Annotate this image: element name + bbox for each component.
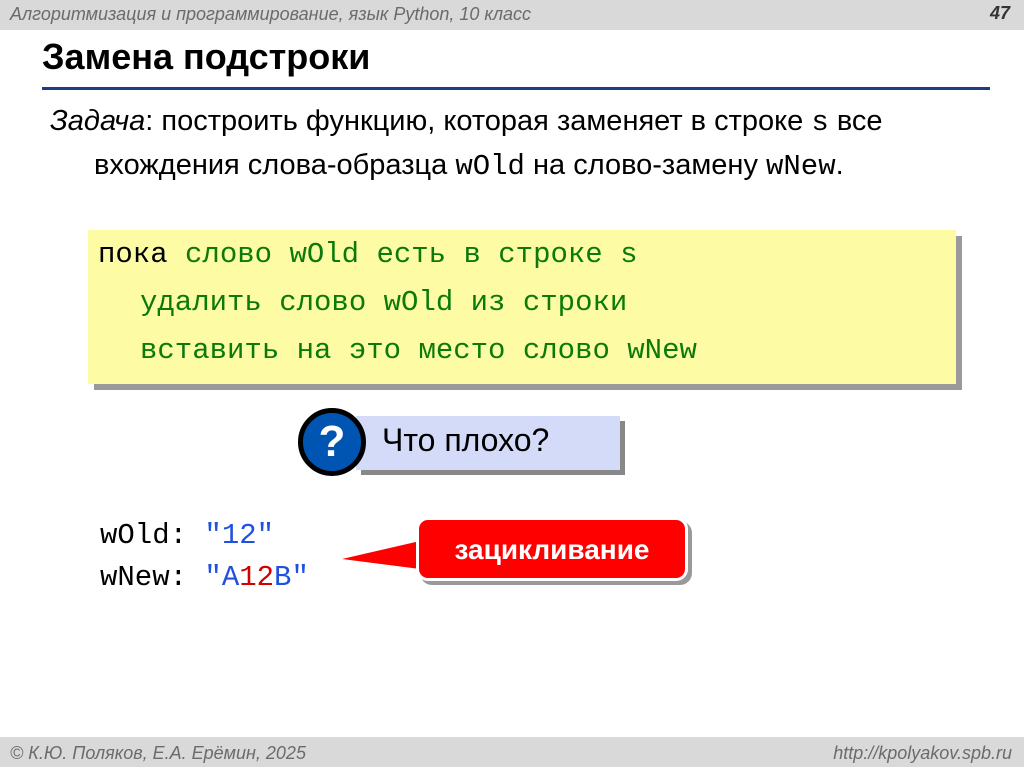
algo-line-3: вставить на это место слово wNew [140, 334, 697, 367]
slide-title: Замена подстроки [42, 36, 371, 77]
slide-header: Алгоритмизация и программирование, язык … [0, 0, 1024, 30]
var-wold: wOld [455, 150, 525, 183]
callout-text: зацикливание [454, 534, 650, 565]
question-text: Что плохо? [382, 422, 550, 458]
example-values: wOld: "12" wNew: "A12B" [100, 515, 309, 599]
question-icon: ? [298, 408, 366, 476]
algorithm-box: пока слово wOld есть в строке s удалить … [88, 230, 956, 384]
slide-number: 47 [989, 3, 1010, 23]
title-divider [42, 87, 990, 90]
course-title: Алгоритмизация и программирование, язык … [10, 4, 532, 24]
wnew-line: wNew: "A12B" [100, 557, 309, 599]
callout-pointer [342, 541, 420, 569]
footer-url[interactable]: http://kpolyakov.spb.ru [833, 743, 1012, 764]
var-wnew: wNew [766, 150, 836, 183]
task-text-1: : построить функцию, которая заменяет в … [145, 105, 812, 137]
callout-infinite-loop: зацикливание [416, 517, 688, 581]
wnew-value-middle: 12 [239, 561, 275, 594]
wnew-value-start: "A [204, 561, 240, 594]
keyword-while: пока [98, 238, 168, 271]
task-text-4: . [835, 149, 844, 181]
algo-line-2: удалить слово wOld из строки [140, 286, 628, 319]
wold-line: wOld: "12" [100, 515, 309, 557]
question-mark: ? [318, 417, 346, 466]
footer-authors: © К.Ю. Поляков, Е.А. Ерёмин, 2025 [10, 743, 306, 763]
task-text-3: на слово-замену [524, 149, 766, 181]
question-box: Что плохо? [356, 416, 620, 470]
wnew-label: wNew: [100, 561, 205, 594]
slide-footer: © К.Ю. Поляков, Е.А. Ерёмин, 2025 http:/… [0, 737, 1024, 767]
wnew-value-end: B" [274, 561, 309, 594]
algo-line-1-rest: слово wOld есть в строке s [167, 238, 638, 271]
algo-line-1: пока слово wOld есть в строке s [98, 238, 638, 271]
var-s: s [811, 106, 829, 139]
wold-label: wOld: [100, 519, 205, 552]
wold-value: "12" [204, 519, 275, 552]
task-label: Задача [50, 105, 146, 137]
task-statement: Задача: построить функцию, которая замен… [50, 100, 1024, 188]
